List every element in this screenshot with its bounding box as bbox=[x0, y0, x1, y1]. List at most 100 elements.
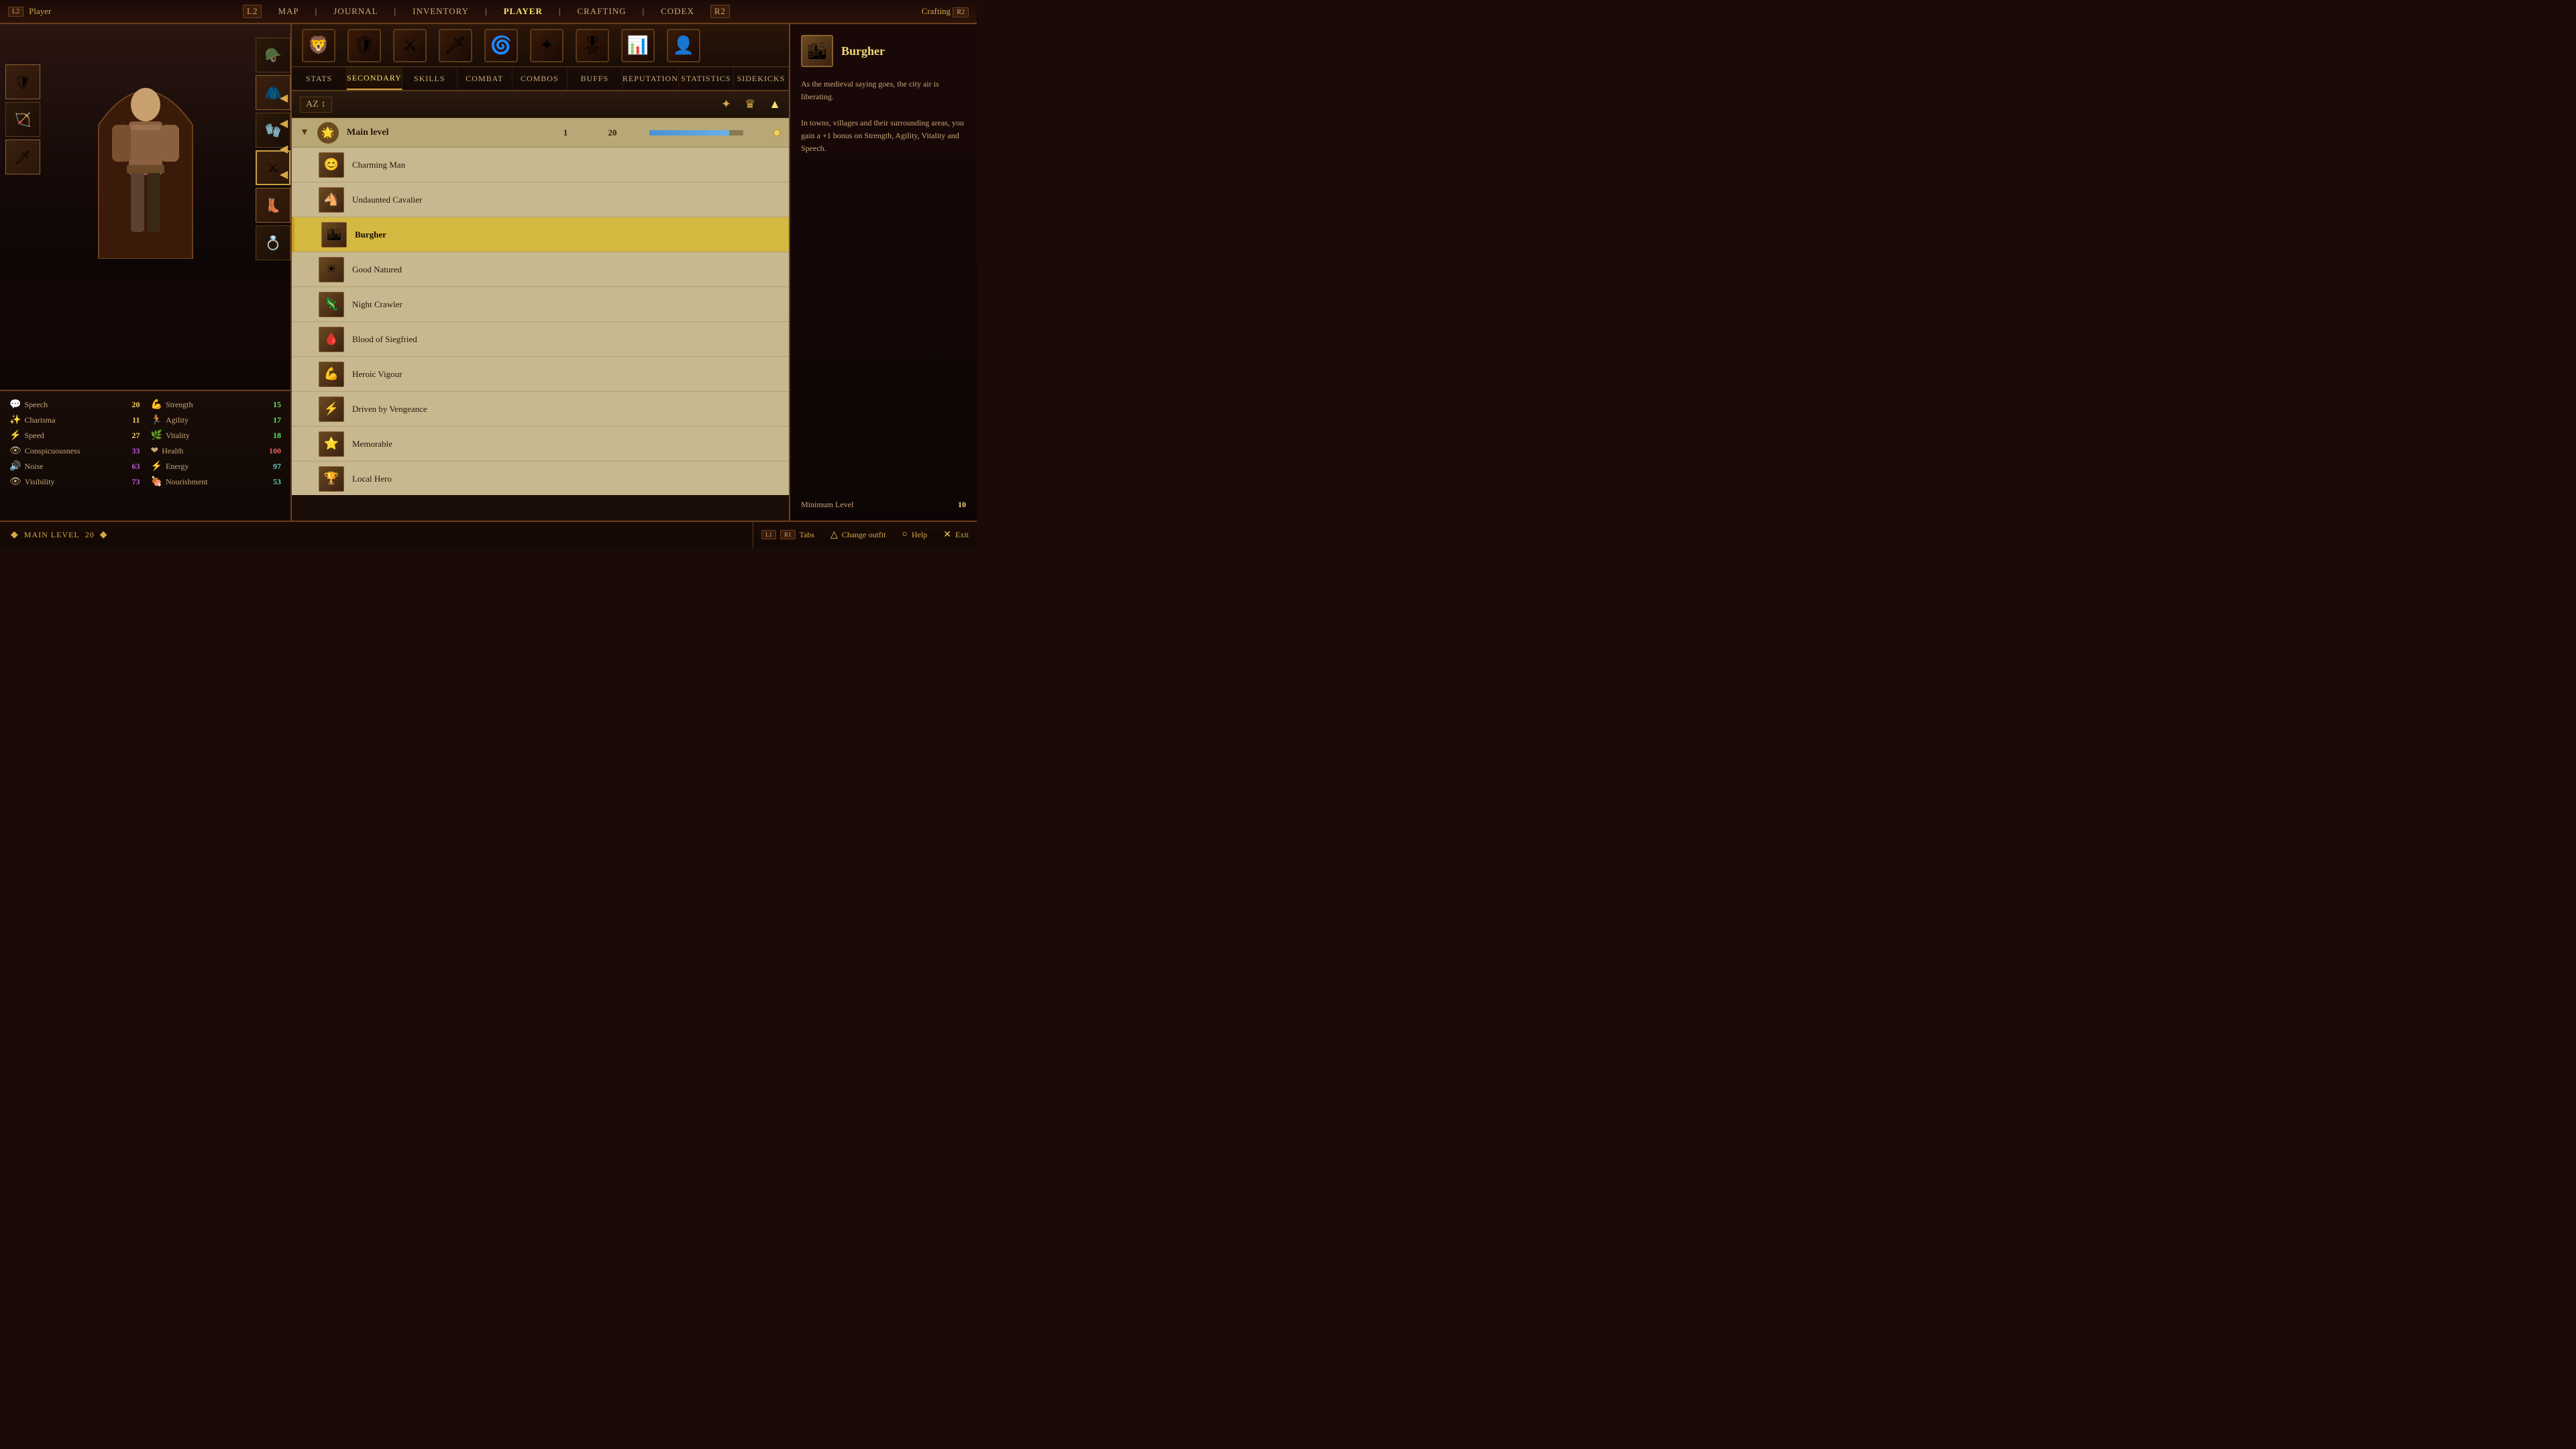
main-level-progress-bar bbox=[649, 130, 743, 136]
stats-grid: 💬Speech 20 💪Strength 15 ✨Charisma 11 🏃Ag… bbox=[9, 398, 281, 489]
perk-night-crawler[interactable]: 🦎 Night Crawler bbox=[292, 287, 789, 322]
perk-driven-by-vengeance-name: Driven by Vengeance bbox=[352, 404, 781, 415]
tab-icon-dagger[interactable]: 🗡 bbox=[434, 27, 477, 64]
stat-health: ❤Health 100 bbox=[151, 444, 282, 458]
perk-good-natured[interactable]: ☀ Good Natured bbox=[292, 252, 789, 287]
action-exit[interactable]: ✕ Exit bbox=[943, 529, 969, 541]
perk-detail-icon: 🏙 bbox=[801, 35, 833, 67]
tab-combat[interactable]: Combat bbox=[458, 67, 513, 90]
stat-charisma: ✨Charisma 11 bbox=[9, 413, 140, 427]
tab-icon-bear[interactable]: 🦁 bbox=[297, 27, 340, 64]
diamond-left2: ◆ bbox=[100, 529, 108, 541]
stat-agility: 🏃Agility 17 bbox=[151, 413, 282, 427]
tab-stats-icon: 📊 bbox=[621, 29, 655, 62]
filter-az-button[interactable]: AZ ↕ bbox=[300, 97, 332, 113]
perk-undaunted-cavalier[interactable]: 🐴 Undaunted Cavalier bbox=[292, 182, 789, 217]
charisma-value: 11 bbox=[132, 415, 140, 425]
equip-slot-shield[interactable]: 🛡 bbox=[5, 64, 40, 99]
sort-icon: ↕ bbox=[321, 99, 326, 110]
perk-detail-description: As the medieval saying goes, the city ai… bbox=[801, 78, 966, 155]
arrow-up2[interactable]: ◀ bbox=[280, 117, 288, 130]
tab-icon-shield[interactable]: 🛡 bbox=[343, 27, 386, 64]
stat-vitality: 🌿Vitality 18 bbox=[151, 429, 282, 443]
perk-local-hero[interactable]: 🏆 Local Hero bbox=[292, 462, 789, 495]
perk-good-natured-name: Good Natured bbox=[352, 264, 781, 275]
perk-charming-man-icon: 😊 bbox=[319, 152, 344, 178]
perk-heroic-vigour-icon: 💪 bbox=[319, 362, 344, 387]
nav-player[interactable]: PLAYER bbox=[504, 6, 543, 17]
stat-speed: ⚡Speed 27 bbox=[9, 429, 140, 443]
charisma-icon: ✨ bbox=[9, 415, 21, 426]
tab-stats[interactable]: Stats bbox=[292, 67, 347, 90]
perk-undaunted-cavalier-icon: 🐴 bbox=[319, 187, 344, 213]
nourishment-value: 53 bbox=[273, 477, 281, 487]
perk-burgher-icon: 🏙 bbox=[321, 222, 347, 248]
action-help[interactable]: ○ Help bbox=[902, 529, 927, 540]
stat-visibility: 👁Visibility 73 bbox=[9, 475, 140, 489]
tab-sword-icon: ⚔ bbox=[393, 29, 427, 62]
filter-arrow-icon[interactable]: ▲ bbox=[769, 97, 781, 111]
perk-night-crawler-name: Night Crawler bbox=[352, 299, 781, 310]
tab-buffs[interactable]: Buffs bbox=[568, 67, 623, 90]
tab-rep-icon: 🎖 bbox=[576, 29, 609, 62]
tab-icons-row: 🦁 🛡 ⚔ 🗡 🌀 ✦ 🎖 📊 👤 bbox=[292, 24, 789, 67]
perk-blood-of-siegfried[interactable]: 🩸 Blood of Siegfried bbox=[292, 322, 789, 357]
conspicuousness-value: 33 bbox=[132, 446, 140, 456]
filter-crown-icon[interactable]: ♛ bbox=[745, 97, 755, 111]
arrow-up[interactable]: ◀ bbox=[280, 91, 288, 105]
perk-driven-by-vengeance-icon: ⚡ bbox=[319, 396, 344, 422]
strength-value: 15 bbox=[273, 400, 281, 410]
equip-slot-offhand[interactable]: 🗡 bbox=[5, 140, 40, 174]
center-panel: 🦁 🛡 ⚔ 🗡 🌀 ✦ 🎖 📊 👤 Stats Secondary Skills… bbox=[292, 24, 789, 521]
right-detail-panel: 🏙 Burgher As the medieval saying goes, t… bbox=[789, 24, 977, 521]
equip-slot-bow[interactable]: 🏹 bbox=[5, 102, 40, 137]
nav-map[interactable]: MAP bbox=[278, 6, 299, 17]
perk-detail-header: 🏙 Burgher bbox=[801, 35, 966, 67]
tab-icon-buffs[interactable]: ✦ bbox=[525, 27, 568, 64]
bottom-actions: L1 R1 Tabs △ Change outfit ○ Help ✕ Exit bbox=[753, 521, 977, 547]
tab-combos[interactable]: Combos bbox=[513, 67, 568, 90]
nav-divider3: | bbox=[485, 6, 488, 17]
action-change-outfit[interactable]: △ Change outfit bbox=[830, 529, 885, 541]
tab-swirl-icon: 🌀 bbox=[484, 29, 518, 62]
perk-memorable[interactable]: ⭐ Memorable bbox=[292, 427, 789, 462]
nav-center: L2 MAP | JOURNAL | INVENTORY | PLAYER | … bbox=[243, 5, 730, 18]
nav-inventory[interactable]: INVENTORY bbox=[413, 6, 469, 17]
l2-nav-badge: L2 bbox=[243, 5, 262, 18]
perk-charming-man-name: Charming Man bbox=[352, 160, 781, 170]
nav-crafting[interactable]: CRAFTING bbox=[577, 6, 626, 17]
tab-sidekicks[interactable]: Sidekicks bbox=[734, 67, 789, 90]
speed-value: 27 bbox=[132, 431, 140, 441]
perk-burgher[interactable]: 🏙 Burgher bbox=[292, 217, 789, 252]
main-level-numbers: 1 20 bbox=[555, 127, 781, 138]
equip-slot-legs[interactable]: 👢 bbox=[256, 188, 290, 223]
equip-slot-head[interactable]: 🪖 bbox=[256, 38, 290, 72]
tab-icon-sidekicks[interactable]: 👤 bbox=[662, 27, 705, 64]
left-character-panel: 🪖 🧥 🧤 ⚔ 👢 💍 🛡 🏹 🗡 ◀ ◀ ◀ ◀ 💬Speech bbox=[0, 24, 292, 521]
nav-divider2: | bbox=[394, 6, 397, 17]
tab-buffs-icon: ✦ bbox=[530, 29, 564, 62]
tab-reputation[interactable]: Reputation bbox=[623, 67, 679, 90]
tab-icon-swirl[interactable]: 🌀 bbox=[480, 27, 523, 64]
nav-journal[interactable]: JOURNAL bbox=[333, 6, 378, 17]
perk-local-hero-name: Local Hero bbox=[352, 474, 781, 484]
action-tabs[interactable]: L1 R1 Tabs bbox=[761, 530, 814, 540]
perk-driven-by-vengeance[interactable]: ⚡ Driven by Vengeance bbox=[292, 392, 789, 427]
filter-star-icon[interactable]: ✦ bbox=[721, 97, 731, 111]
main-level-row[interactable]: ▼ 🌟 Main level 1 20 bbox=[292, 118, 789, 148]
nav-player-label: Player bbox=[29, 6, 51, 17]
nav-codex[interactable]: CODEX bbox=[661, 6, 694, 17]
equip-slot-ring[interactable]: 💍 bbox=[256, 225, 290, 260]
tab-icon-sword[interactable]: ⚔ bbox=[388, 27, 431, 64]
arrow-down2[interactable]: ◀ bbox=[280, 168, 288, 181]
speech-icon: 💬 bbox=[9, 399, 21, 411]
perk-charming-man[interactable]: 😊 Charming Man bbox=[292, 148, 789, 182]
tab-statistics[interactable]: Statistics bbox=[679, 67, 734, 90]
tab-secondary[interactable]: Secondary bbox=[347, 67, 402, 90]
arrow-down[interactable]: ◀ bbox=[280, 142, 288, 156]
perk-heroic-vigour[interactable]: 💪 Heroic Vigour bbox=[292, 357, 789, 392]
tab-skills[interactable]: Skills bbox=[402, 67, 458, 90]
tab-icon-stats[interactable]: 📊 bbox=[616, 27, 659, 64]
expand-icon[interactable]: ▼ bbox=[300, 127, 309, 138]
tab-icon-rep[interactable]: 🎖 bbox=[571, 27, 614, 64]
